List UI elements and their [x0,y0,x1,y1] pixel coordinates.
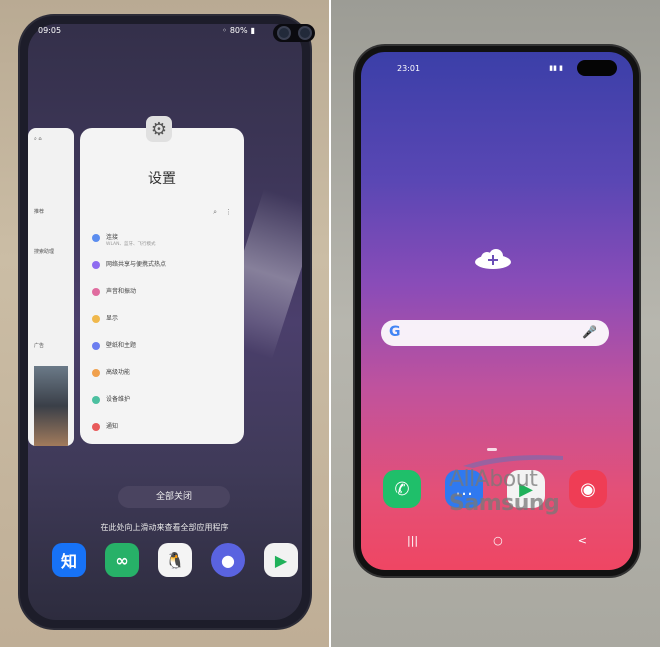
back-nav-icon[interactable]: < [578,534,587,547]
dual-camera-cutout [273,24,315,42]
google-search-bar[interactable]: G 🎤 [381,320,609,346]
settings-row[interactable]: 高级功能 [92,367,234,393]
card-tools: ⌕ ⋮ [213,208,232,217]
settings-row-title: 网络共享与便携式热点 [106,261,167,268]
settings-row[interactable]: 壁纸和主题 [92,340,234,366]
dock-left: 知 ∞ 🐧 ● ▶ [52,543,298,579]
wifi-icon: ◦ [222,26,227,35]
watermark-line2: Samsung [449,491,560,516]
status-bar-left: 09:05 ◦ 80% ▮ [38,26,305,40]
settings-row-title: 壁纸和主题 [106,342,137,349]
back-card-text: 搜索助理 [34,249,55,255]
settings-row-icon [92,342,100,350]
settings-row-icon [92,288,100,296]
google-logo-icon: G [389,324,401,340]
recents-nav-icon[interactable]: ||| [407,534,418,547]
settings-row[interactable]: 网络共享与便携式热点 [92,259,234,285]
battery-text: 80% [229,26,248,35]
battery-icon: ▮ [250,26,255,35]
settings-row-icon [92,234,100,242]
camera-lens-icon [276,26,291,40]
watermark-text: AllAbout Samsung [449,467,560,516]
settings-row-title: 设备维护 [106,396,131,403]
settings-row-icon [92,369,100,377]
settings-row[interactable]: 通知 [92,421,234,444]
settings-row-icon [92,396,100,404]
right-photo: 23:01 ▮▮ ▮ G 🎤 ✆ … ▶ ◉ ||| ○ < AllAbout … [331,0,660,647]
settings-row-sub: WLAN、蓝牙、飞行模式 [106,242,156,247]
qq-app-icon[interactable]: 🐧 [158,543,192,577]
card-app-title: 设置 [148,171,176,187]
back-card-text: 推荐 [34,209,45,215]
left-photo: 09:05 ◦ 80% ▮ ⌕ ⌂ 搜索助理 推荐 广告 设置 ⌕ ⋮ 连接 WL… [0,0,329,647]
page-indicator [487,448,497,451]
signal-icon: ▮▮ ▮ [549,64,563,72]
home-nav-icon[interactable]: ○ [493,534,503,547]
settings-row-icon [92,315,100,323]
settings-row-title: 声音和振动 [106,288,137,295]
play-store-icon[interactable]: ▶ [264,543,298,577]
swipe-hint: 在此处向上滑动来查看全部应用程序 [100,523,229,532]
status-time: 09:05 [38,26,62,35]
status-right: ◦ 80% ▮ [222,26,255,35]
watermark-line1: AllAbout [449,467,538,492]
mic-icon[interactable]: 🎤 [582,325,597,339]
settings-row-icon [92,423,100,431]
settings-row-title: 连接 [106,234,119,241]
settings-row-title: 通知 [106,423,119,430]
search-icon[interactable]: ⌕ [213,208,217,217]
zhihu-app-icon[interactable]: 知 [52,543,86,577]
punch-hole-camera [577,60,617,76]
link-app-icon[interactable]: ∞ [105,543,139,577]
settings-row[interactable]: 设备维护 [92,394,234,420]
settings-row-title: 显示 [106,315,119,322]
bixby-app-icon[interactable]: ● [211,543,245,577]
back-card-text: 广告 [34,343,45,349]
settings-row[interactable]: 声音和振动 [92,286,234,312]
recent-app-card-settings[interactable]: 设置 ⌕ ⋮ 连接 WLAN、蓝牙、飞行模式网络共享与便携式热点 声音和振动显示壁纸… [80,128,244,444]
close-all-button[interactable]: 全部关闭 [118,486,230,508]
settings-gear-icon[interactable]: ⚙ [146,116,172,142]
more-icon[interactable]: ⋮ [225,208,232,217]
camera-lens-icon [297,26,312,40]
settings-row[interactable]: 连接 WLAN、蓝牙、飞行模式 [92,232,234,258]
settings-row-title: 高级功能 [106,369,131,376]
phone-app-icon[interactable]: ✆ [383,470,421,508]
camera-app-icon[interactable]: ◉ [569,470,607,508]
cloud-add-icon[interactable] [473,248,513,270]
settings-row[interactable]: 显示 [92,313,234,339]
back-card-photo [34,366,68,446]
recent-app-card-back[interactable]: ⌕ ⌂ 搜索助理 推荐 广告 [28,128,74,446]
nav-bar-right: ||| ○ < [407,534,587,547]
search-icon: ⌕ ⌂ [34,136,42,142]
settings-row-icon [92,261,100,269]
status-time-right: 23:01 [397,64,421,73]
